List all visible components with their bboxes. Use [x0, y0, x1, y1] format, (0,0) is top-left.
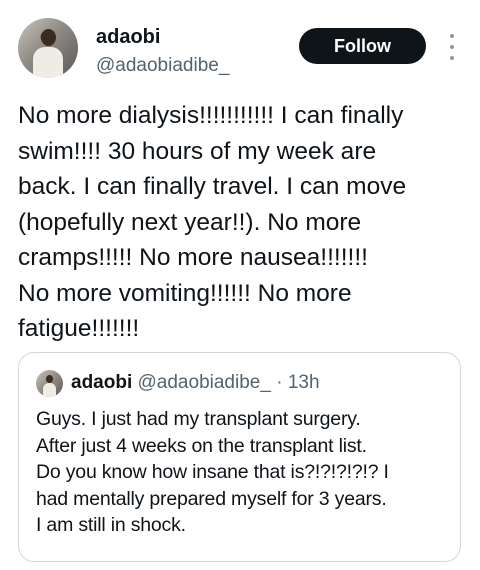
- avatar-body: [33, 47, 63, 78]
- quoted-author-name[interactable]: adaobi: [71, 372, 132, 393]
- author-avatar[interactable]: [18, 18, 78, 78]
- more-dot: [450, 56, 454, 60]
- author-name[interactable]: adaobi: [96, 26, 160, 49]
- avatar-head: [41, 29, 56, 46]
- more-dot: [450, 45, 454, 49]
- quoted-timestamp[interactable]: 13h: [288, 372, 320, 393]
- follow-button[interactable]: Follow: [299, 28, 426, 64]
- avatar-head: [46, 375, 53, 383]
- quoted-tweet-header: adaobi @adaobiadibe_ · 13h: [71, 372, 320, 394]
- author-handle[interactable]: @adaobiadibe_: [96, 55, 229, 77]
- tweet: adaobi @adaobiadibe_ Follow No more dial…: [0, 0, 480, 570]
- more-dot: [450, 34, 454, 38]
- quoted-tweet[interactable]: adaobi @adaobiadibe_ · 13h Guys. I just …: [18, 352, 461, 562]
- quoted-author-avatar[interactable]: [36, 370, 63, 397]
- quoted-tweet-text: Guys. I just had my transplant surgery. …: [36, 408, 389, 537]
- avatar-body: [43, 383, 56, 397]
- more-vertical-icon[interactable]: [446, 34, 458, 60]
- quoted-separator: ·: [276, 372, 283, 393]
- quoted-author-handle[interactable]: @adaobiadibe_: [138, 372, 271, 393]
- tweet-text: No more dialysis!!!!!!!!!!! I can finall…: [18, 102, 407, 342]
